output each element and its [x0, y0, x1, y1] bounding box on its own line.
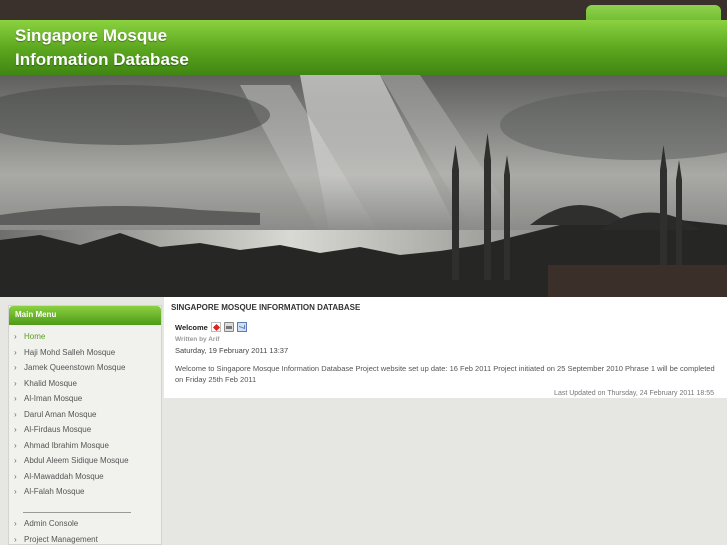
email-icon[interactable]: [236, 322, 247, 332]
chevron-right-icon: ›: [14, 534, 17, 544]
menu-item-home[interactable]: › Home: [9, 329, 161, 345]
chevron-right-icon: ›: [14, 347, 17, 357]
menu-item-label: Admin Console: [24, 519, 79, 528]
menu-item-label: Darul Aman Mosque: [24, 409, 97, 419]
site-title[interactable]: Singapore Mosque Information Database: [15, 24, 315, 72]
menu-item-jamek-queenstown[interactable]: › Jamek Queenstown Mosque: [9, 360, 161, 376]
main-menu-heading: Main Menu: [9, 306, 161, 325]
menu-item-label: Ahmad Ibrahim Mosque: [24, 440, 109, 450]
sidebar: Main Menu › Home › Haji Mohd Salleh Mosque…: [8, 305, 162, 545]
chevron-right-icon: ›: [14, 519, 17, 528]
menu-item-label: Al-Falah Mosque: [24, 487, 85, 496]
site-title-line1: Singapore Mosque: [15, 26, 168, 45]
banner-image: [0, 75, 727, 297]
secondary-menu-list: › Admin Console › Project Management: [9, 516, 161, 545]
chevron-right-icon: ›: [14, 394, 17, 403]
chevron-right-icon: ›: [14, 409, 17, 419]
menu-item-label: Project Management: [24, 534, 98, 544]
chevron-right-icon: ›: [14, 487, 17, 496]
banner-mosque-illustration: [0, 75, 727, 297]
menu-divider: [23, 512, 131, 513]
menu-item-label: Jamek Queenstown Mosque: [24, 363, 126, 372]
article-author: Written by Arif: [175, 336, 220, 343]
menu-item-label: Home: [24, 332, 46, 341]
menu-item-label: Al-Iman Mosque: [24, 394, 83, 403]
menu-item-al-mawaddah[interactable]: › Al-Mawaddah Mosque: [9, 469, 161, 485]
menu-item-label: Khalid Mosque: [24, 378, 77, 388]
menu-item-khalid[interactable]: › Khalid Mosque: [9, 376, 161, 392]
last-updated: Last Updated on Thursday, 24 February 20…: [554, 390, 714, 397]
chevron-right-icon: ›: [14, 425, 17, 434]
menu-item-al-iman[interactable]: › Al-Iman Mosque: [9, 391, 161, 407]
menu-item-label: Al-Mawaddah Mosque: [24, 471, 104, 481]
menu-item-admin-console[interactable]: › Admin Console: [9, 516, 161, 532]
article-date: Saturday, 19 February 2011 13:37: [175, 346, 289, 355]
article-title[interactable]: Welcome: [175, 323, 208, 332]
article-header: Welcome: [175, 321, 247, 333]
main-menu-list: › Home › Haji Mohd Salleh Mosque › Jamek Qu…: [9, 329, 161, 500]
chevron-right-icon: ›: [14, 363, 17, 372]
main-content: SINGAPORE MOSQUE INFORMATION DATABASE We…: [164, 297, 727, 398]
menu-item-al-firdaus[interactable]: › Al-Firdaus Mosque: [9, 422, 161, 438]
menu-item-al-falah[interactable]: › Al-Falah Mosque: [9, 484, 161, 500]
menu-item-haji-mohd-salleh[interactable]: › Haji Mohd Salleh Mosque: [9, 345, 161, 361]
menu-item-label: Al-Firdaus Mosque: [24, 425, 92, 434]
menu-item-abdul-aleem-sidique[interactable]: › Abdul Aleem Sidique Mosque: [9, 453, 161, 469]
site-title-line2: Information Database: [15, 50, 189, 69]
pdf-icon[interactable]: [210, 322, 221, 332]
menu-item-project-management[interactable]: › Project Management: [9, 532, 161, 545]
menu-item-darul-aman[interactable]: › Darul Aman Mosque: [9, 407, 161, 423]
chevron-right-icon: ›: [14, 332, 17, 341]
menu-item-ahmad-ibrahim[interactable]: › Ahmad Ibrahim Mosque: [9, 438, 161, 454]
menu-item-label: Haji Mohd Salleh Mosque: [24, 347, 116, 357]
menu-item-label: Abdul Aleem Sidique Mosque: [24, 456, 129, 465]
chevron-right-icon: ›: [14, 456, 17, 465]
chevron-right-icon: ›: [14, 471, 17, 481]
site-header: Singapore Mosque Information Database: [0, 20, 727, 75]
article-body: Welcome to Singapore Mosque Information …: [175, 364, 715, 384]
article-heading: SINGAPORE MOSQUE INFORMATION DATABASE: [171, 303, 361, 312]
chevron-right-icon: ›: [14, 378, 17, 388]
print-icon[interactable]: [223, 322, 234, 332]
chevron-right-icon: ›: [14, 440, 17, 450]
